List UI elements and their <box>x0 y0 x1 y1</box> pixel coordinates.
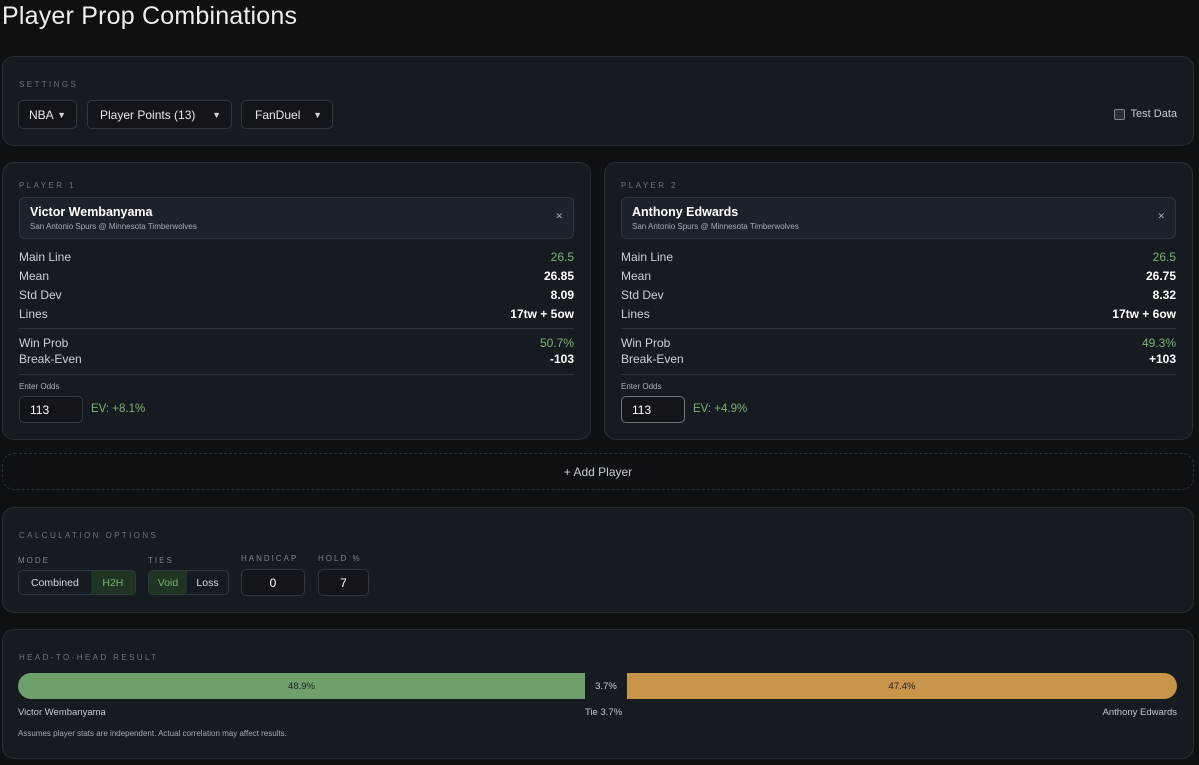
mean-label: Mean <box>19 269 50 283</box>
mean-row: Mean 26.85 <box>19 268 574 284</box>
result-label: HEAD-TO-HEAD RESULT <box>19 653 159 662</box>
p1-probability-bar: 48.9% <box>18 673 585 699</box>
win-prob-value: 50.7% <box>539 336 574 350</box>
league-value: NBA <box>29 107 54 122</box>
win-prob-row: Win Prob 50.7% <box>19 335 574 351</box>
close-icon[interactable]: ✕ <box>555 211 563 222</box>
player-card-1: PLAYER 1 Victor Wembanyama San Antonio S… <box>2 162 591 440</box>
book-value: FanDuel <box>255 107 301 122</box>
test-data-checkbox[interactable] <box>1113 108 1125 120</box>
std-dev-label: Std Dev <box>621 288 664 302</box>
market-select[interactable]: Player Points (13) ▼ <box>87 100 232 129</box>
tie-probability-bar: 3.7% <box>585 673 627 699</box>
odds-input-2[interactable]: 113 <box>621 396 685 423</box>
player-1-game: San Antonio Spurs @ Minnesota Timberwolv… <box>30 222 197 231</box>
mean-row: Mean 26.75 <box>621 268 1176 284</box>
page-title: Player Prop Combinations <box>2 2 298 30</box>
hold-label: HOLD % <box>318 554 362 563</box>
chevron-down-icon: ▼ <box>57 109 66 120</box>
break-even-row: Break-Even -103 <box>19 351 574 367</box>
book-select[interactable]: FanDuel ▼ <box>241 100 333 129</box>
ties-toggle: Void Loss <box>148 570 229 595</box>
std-dev-row: Std Dev 8.09 <box>19 287 574 303</box>
main-line-label: Main Line <box>621 250 674 264</box>
break-even-label: Break-Even <box>621 352 684 366</box>
mean-label: Mean <box>621 269 652 283</box>
main-line-row: Main Line 26.5 <box>19 249 574 265</box>
player-1-selector[interactable]: Victor Wembanyama San Antonio Spurs @ Mi… <box>19 197 574 239</box>
divider <box>19 328 574 329</box>
close-icon[interactable]: ✕ <box>1157 211 1165 222</box>
result-p2-name: Anthony Edwards <box>1102 707 1177 718</box>
divider <box>19 374 574 375</box>
main-line-value: 26.5 <box>1152 250 1176 264</box>
player-2-label: PLAYER 2 <box>621 181 678 190</box>
player-2-selector[interactable]: Anthony Edwards San Antonio Spurs @ Minn… <box>621 197 1176 239</box>
win-prob-value: 49.3% <box>1141 336 1176 350</box>
divider <box>621 328 1176 329</box>
odds-label: Enter Odds <box>19 382 60 391</box>
ties-label: TIES <box>148 556 174 565</box>
ev-value-2: EV: +4.9% <box>693 403 748 415</box>
player-2-name: Anthony Edwards <box>632 205 739 219</box>
std-dev-value: 8.09 <box>550 288 574 302</box>
divider <box>621 374 1176 375</box>
std-dev-row: Std Dev 8.32 <box>621 287 1176 303</box>
chevron-down-icon: ▼ <box>313 109 322 120</box>
odds-label: Enter Odds <box>621 382 662 391</box>
std-dev-label: Std Dev <box>19 288 62 302</box>
test-data-label: Test Data <box>1130 108 1177 120</box>
lines-value: 17tw + 5ow <box>510 307 574 321</box>
market-value: Player Points (13) <box>100 107 196 122</box>
lines-row: Lines 17tw + 6ow <box>621 306 1176 322</box>
mean-value: 26.75 <box>1145 269 1176 283</box>
main-line-row: Main Line 26.5 <box>621 249 1176 265</box>
lines-label: Lines <box>621 307 650 321</box>
ties-loss[interactable]: Loss <box>187 571 228 594</box>
ties-void[interactable]: Void <box>149 571 188 594</box>
main-line-value: 26.5 <box>550 250 574 264</box>
p2-probability-bar: 47.4% <box>627 673 1177 699</box>
league-select[interactable]: NBA ▼ <box>18 100 77 129</box>
break-even-row: Break-Even +103 <box>621 351 1176 367</box>
handicap-input[interactable]: 0 <box>241 569 305 596</box>
ev-value-1: EV: +8.1% <box>91 403 146 415</box>
break-even-label: Break-Even <box>19 352 82 366</box>
page: Player Prop Combinations SETTINGS NBA ▼ … <box>0 0 1199 765</box>
break-even-value: +103 <box>1148 352 1176 366</box>
chevron-down-icon: ▼ <box>212 109 221 120</box>
odds-input-1[interactable]: 113 <box>19 396 83 423</box>
player-2-game: San Antonio Spurs @ Minnesota Timberwolv… <box>632 222 799 231</box>
lines-row: Lines 17tw + 5ow <box>19 306 574 322</box>
settings-label: SETTINGS <box>19 80 79 89</box>
std-dev-value: 8.32 <box>1152 288 1176 302</box>
main-line-label: Main Line <box>19 250 72 264</box>
result-p1-name: Victor Wembanyama <box>18 707 106 718</box>
player-1-name: Victor Wembanyama <box>30 205 153 219</box>
calc-options-label: CALCULATION OPTIONS <box>19 531 159 540</box>
calc-options-card: CALCULATION OPTIONS <box>2 507 1194 613</box>
win-prob-label: Win Prob <box>19 336 69 350</box>
mode-combined[interactable]: Combined <box>19 571 91 594</box>
mode-h2h[interactable]: H2H <box>90 571 135 594</box>
test-data-toggle[interactable]: Test Data <box>1113 108 1177 120</box>
mode-label: MODE <box>18 556 50 565</box>
add-player-button[interactable]: + Add Player <box>2 453 1194 490</box>
lines-value: 17tw + 6ow <box>1112 307 1176 321</box>
break-even-value: -103 <box>549 352 574 366</box>
win-prob-row: Win Prob 49.3% <box>621 335 1176 351</box>
hold-input[interactable]: 7 <box>318 569 369 596</box>
mode-toggle: Combined H2H <box>18 570 136 595</box>
lines-label: Lines <box>19 307 48 321</box>
independence-note: Assumes player stats are independent. Ac… <box>18 729 287 738</box>
player-1-label: PLAYER 1 <box>19 181 76 190</box>
win-prob-label: Win Prob <box>621 336 671 350</box>
mean-value: 26.85 <box>543 269 574 283</box>
player-card-2: PLAYER 2 Anthony Edwards San Antonio Spu… <box>604 162 1193 440</box>
handicap-label: HANDICAP <box>241 554 299 563</box>
result-tie-label: Tie 3.7% <box>585 707 623 718</box>
